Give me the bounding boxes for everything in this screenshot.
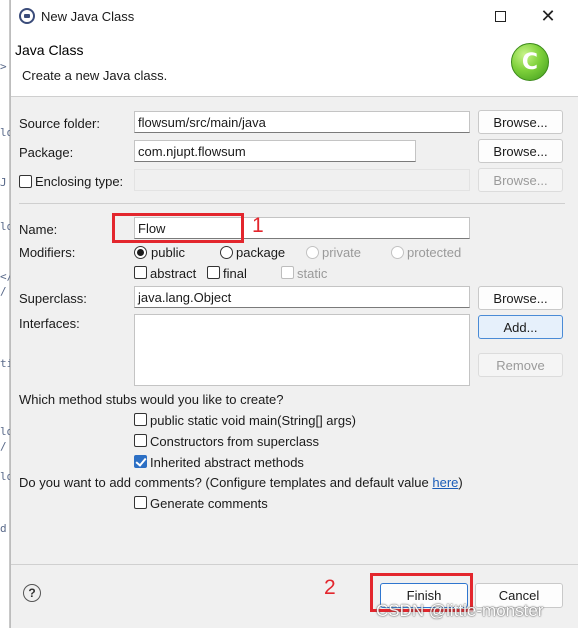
modifier-static-label: static — [297, 266, 328, 281]
generate-comments-checkbox[interactable] — [134, 496, 147, 509]
enclosing-type-checkbox[interactable] — [19, 175, 32, 188]
help-icon[interactable]: ? — [23, 584, 41, 602]
stub-main-checkbox[interactable] — [134, 413, 147, 426]
new-java-class-dialog: New Java Class ✕ Java Class Create a new… — [10, 0, 578, 628]
package-label: Package: — [19, 145, 74, 160]
annotation-box-name — [112, 213, 244, 243]
stub-constructors-label: Constructors from superclass — [150, 434, 320, 449]
title-bar[interactable]: New Java Class ✕ — [11, 0, 578, 33]
modifier-public-radio[interactable] — [134, 246, 147, 259]
comments-question: Do you want to add comments? (Configure … — [19, 475, 463, 490]
interfaces-label: Interfaces: — [19, 316, 80, 331]
annotation-number-1: 1 — [252, 214, 264, 237]
superclass-label: Superclass: — [19, 291, 87, 306]
modifier-private-radio[interactable] — [306, 246, 319, 259]
package-browse-button[interactable]: Browse... — [478, 139, 563, 163]
watermark: CSDN @little-monster — [376, 601, 544, 620]
modifier-public-label: public — [151, 245, 185, 260]
superclass-browse-button[interactable]: Browse... — [478, 286, 563, 310]
modifier-abstract-checkbox[interactable] — [134, 266, 147, 279]
modifier-package-radio[interactable] — [220, 246, 233, 259]
maximize-button[interactable] — [477, 0, 523, 33]
stub-main-label: public static void main(String[] args) — [150, 413, 356, 428]
wizard-description: Create a new Java class. — [22, 68, 168, 83]
package-field[interactable]: com.njupt.flowsum — [134, 140, 416, 162]
wizard-header: Java Class Create a new Java class. C — [11, 33, 578, 97]
superclass-field[interactable]: java.lang.Object — [134, 286, 470, 308]
modifier-package-label: package — [236, 245, 286, 260]
modifier-final-label: final — [223, 266, 247, 281]
source-folder-label: Source folder: — [19, 116, 100, 131]
remove-interface-button[interactable]: Remove — [478, 353, 563, 377]
modifier-protected-radio[interactable] — [391, 246, 404, 259]
configure-templates-link[interactable]: here — [432, 475, 458, 490]
maximize-icon — [494, 11, 506, 22]
stub-inherited-checkbox[interactable] — [134, 455, 147, 468]
modifier-abstract-label: abstract — [150, 266, 197, 281]
java-class-wizard-icon: C — [511, 43, 549, 81]
modifier-protected-label: protected — [407, 245, 462, 260]
name-label: Name: — [19, 222, 58, 237]
editor-glyph: / — [0, 440, 7, 453]
close-icon: ✕ — [540, 6, 556, 26]
source-folder-field[interactable]: flowsum/src/main/java — [134, 111, 470, 133]
window-title: New Java Class — [41, 9, 135, 24]
eclipse-app-icon — [19, 8, 35, 24]
background-editor-strip: > ld J ld </ / ti ld / ld d — [0, 0, 13, 628]
close-button[interactable]: ✕ — [525, 0, 571, 33]
wizard-title: Java Class — [15, 42, 84, 58]
footer-separator — [11, 564, 578, 565]
enclosing-type-field[interactable] — [134, 169, 470, 191]
enclosing-type-browse-button[interactable]: Browse... — [478, 168, 563, 192]
editor-glyph: / — [0, 285, 7, 298]
modifier-private-label: private — [322, 245, 362, 260]
modifiers-label: Modifiers: — [19, 245, 76, 260]
modifier-static-checkbox[interactable] — [281, 266, 294, 279]
source-folder-browse-button[interactable]: Browse... — [478, 110, 563, 134]
stub-inherited-label: Inherited abstract methods — [150, 455, 304, 470]
interfaces-list[interactable] — [134, 314, 470, 386]
annotation-number-2: 2 — [324, 576, 336, 599]
generate-comments-label: Generate comments — [150, 496, 268, 511]
separator — [19, 203, 565, 204]
enclosing-type-label: Enclosing type: — [35, 174, 124, 189]
editor-glyph: J — [0, 176, 7, 189]
method-stubs-question: Which method stubs would you like to cre… — [19, 392, 284, 407]
modifier-final-checkbox[interactable] — [207, 266, 220, 279]
editor-glyph: d — [0, 522, 7, 535]
stub-constructors-checkbox[interactable] — [134, 434, 147, 447]
editor-glyph: > — [0, 60, 7, 73]
add-interface-button[interactable]: Add... — [478, 315, 563, 339]
